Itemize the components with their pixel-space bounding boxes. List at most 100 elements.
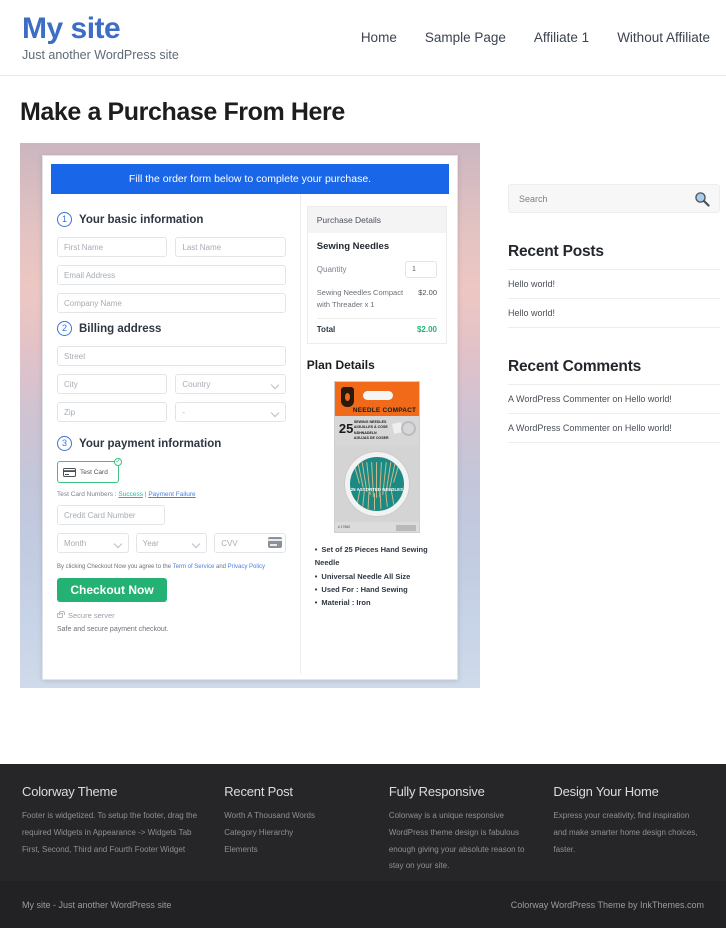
site-header: My site Just another WordPress site Home… (0, 0, 726, 76)
terms-of-service-link[interactable]: Term of Service (173, 564, 215, 570)
footer-column-text: Express your creativity, find inspiratio… (553, 811, 698, 854)
footer-list-item[interactable]: Worth A Thousand Words (224, 808, 375, 825)
package-disc-area: 25 ASSORTED NEEDLES (334, 446, 419, 523)
search-input[interactable]: Search (508, 184, 720, 213)
secure-server-row: Secure server (57, 611, 286, 620)
checkout-card: Fill the order form below to complete yo… (42, 155, 458, 680)
plan-details-title: Plan Details (306, 358, 375, 373)
checkout-widget-background: Fill the order form below to complete yo… (20, 143, 480, 688)
nav-item-sample-page[interactable]: Sample Page (425, 30, 506, 45)
quantity-input[interactable]: 1 (405, 261, 437, 278)
purchase-details-header: Purchase Details (307, 207, 446, 233)
total-row: Total $2.00 (317, 325, 437, 334)
needle-disc-inner: 25 ASSORTED NEEDLES (349, 457, 404, 512)
package-sku: # 17660 (337, 525, 351, 530)
site-tagline: Just another WordPress site (22, 48, 179, 62)
footer-column-text: Colorway is a unique responsive WordPres… (388, 811, 525, 871)
email-input[interactable]: Email Address (57, 265, 286, 285)
credit-card-number-input[interactable]: Credit Card Number (57, 505, 165, 525)
month-select[interactable]: Month (57, 533, 129, 553)
search-icon[interactable] (694, 191, 710, 212)
footer-recent-post-list: Worth A Thousand Words Category Hierarch… (224, 808, 375, 858)
footer-column-title: Recent Post (224, 784, 293, 799)
product-features-list: Set of 25 Pieces Hand Sewing Needle Univ… (307, 543, 447, 609)
package-info-band: 25 SEWING NEEDLES AIGUILLES À COSE NÄHNA… (334, 416, 419, 447)
feature-item: Material : Iron (315, 596, 447, 609)
checkout-form-column: 1 Your basic information First Name Last… (43, 194, 300, 674)
feature-item: Used For : Hand Sewing (315, 583, 447, 596)
product-package-image: NEEDLE COMPACT 25 SEWING NEEDLES AIGUILL… (333, 381, 420, 534)
package-header-band: NEEDLE COMPACT (334, 382, 419, 417)
package-brand-text: NEEDLE COMPACT (352, 407, 417, 415)
package-count: 25 (338, 421, 354, 437)
purchase-summary-column: Purchase Details Sewing Needles Quantity… (299, 194, 457, 674)
footer-column-title: Fully Responsive (388, 784, 485, 799)
step-1-number: 1 (57, 212, 72, 227)
step-2-header: 2 Billing address (57, 321, 286, 336)
year-select[interactable]: Year (135, 533, 208, 553)
company-input[interactable]: Company Name (57, 293, 286, 313)
recent-post-item[interactable]: Hello world! (508, 269, 720, 298)
step-3-header: 3 Your payment information (57, 436, 286, 451)
step-2-number: 2 (57, 321, 72, 336)
footer-column-recent-post: Recent Post Worth A Thousand Words Categ… (224, 784, 375, 875)
terms-prefix: By clicking Checkout Now you agree to th… (57, 564, 173, 570)
last-name-input[interactable]: Last Name (175, 237, 286, 257)
total-label: Total (316, 325, 336, 335)
main-content: Make a Purchase From Here Fill the order… (0, 76, 496, 688)
line-item-name: Sewing Needles Compact with Threader x 1 (316, 288, 404, 309)
safe-checkout-note: Safe and secure payment checkout. (57, 626, 169, 633)
credit-card-icon (63, 467, 76, 477)
city-country-row: City Country (57, 374, 286, 402)
recent-comment-item[interactable]: A WordPress Commenter on Hello world! (508, 413, 720, 443)
street-input[interactable]: Street (57, 346, 286, 366)
line-item-price: $2.00 (418, 288, 437, 297)
footer-theme-credit[interactable]: Colorway WordPress Theme by InkThemes.co… (511, 900, 704, 910)
city-input[interactable]: City (57, 374, 168, 394)
package-footer-band: # 17660 (334, 522, 419, 533)
barcode-icon (395, 525, 416, 532)
nav-item-without-affiliate[interactable]: Without Affiliate (617, 30, 710, 45)
footer-column-text: Footer is widgetized. To setup the foote… (22, 811, 198, 854)
recent-comments-list: A WordPress Commenter on Hello world! A … (508, 384, 720, 443)
nav-item-affiliate-1[interactable]: Affiliate 1 (534, 30, 589, 45)
brand-logo-icon (340, 387, 354, 408)
secure-server-label: Secure server (68, 611, 115, 620)
footer-list-item[interactable]: Category Hierarchy (224, 825, 375, 842)
step-2-label: Billing address (79, 322, 162, 335)
terms-and: and (214, 564, 228, 570)
test-card-failure-link[interactable]: Payment Failure (148, 491, 195, 498)
checkout-banner: Fill the order form below to complete yo… (51, 164, 449, 194)
footer-column-colorway-theme: Colorway Theme Footer is widgetized. To … (22, 784, 210, 875)
hang-hole (362, 391, 393, 401)
purchase-product-title: Sewing Needles (316, 241, 390, 252)
recent-posts-title: Recent Posts (508, 243, 604, 260)
terms-text: By clicking Checkout Now you agree to th… (57, 564, 286, 570)
test-card-success-link[interactable]: Success (118, 491, 143, 498)
recent-post-item[interactable]: Hello world! (508, 298, 720, 328)
country-select[interactable]: Country (175, 374, 286, 394)
first-name-input[interactable]: First Name (57, 237, 168, 257)
privacy-policy-link[interactable]: Privacy Policy (228, 564, 265, 570)
state-select[interactable]: - (175, 402, 286, 422)
footer-list-item[interactable]: Elements (224, 842, 375, 859)
needle-disc-outer: 25 ASSORTED NEEDLES (343, 451, 410, 518)
footer-column-fully-responsive: Fully Responsive Colorway is a unique re… (389, 784, 540, 875)
step-3-label: Your payment information (79, 437, 222, 450)
test-card-tab[interactable]: Test Card ✓ (57, 458, 122, 483)
ring-icon (400, 421, 416, 437)
footer-column-title: Colorway Theme (22, 784, 118, 799)
zip-state-row: Zip - (57, 402, 286, 430)
zip-input[interactable]: Zip (57, 402, 168, 422)
nav-item-home[interactable]: Home (361, 30, 397, 45)
expiry-cvv-row: Month Year CVV (57, 533, 286, 561)
cvv-input[interactable]: CVV (214, 533, 286, 553)
checkout-now-button[interactable]: Checkout Now (57, 578, 167, 602)
recent-comment-item[interactable]: A WordPress Commenter on Hello world! (508, 384, 720, 413)
name-row: First Name Last Name (57, 237, 286, 265)
divider (316, 318, 437, 320)
lock-icon (57, 611, 65, 618)
step-3-number: 3 (57, 436, 72, 451)
package-languages: SEWING NEEDLES AIGUILLES À COSE NÄHNADEL… (353, 420, 389, 440)
check-icon: ✓ (114, 458, 122, 466)
